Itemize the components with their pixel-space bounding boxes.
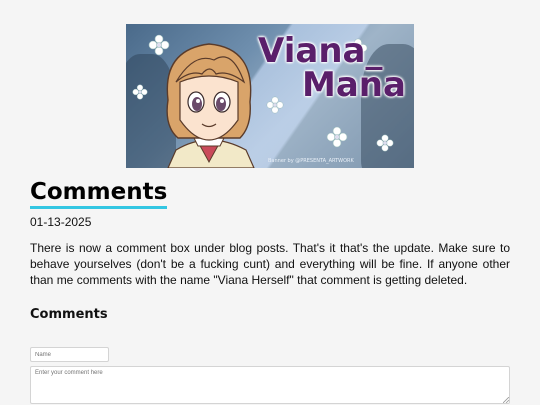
banner-title: Viana_ Mana [258, 34, 408, 102]
header-banner: Viana_ Mana Banner by @PRESENTA_ARTWORK [126, 24, 414, 168]
post-date: 01-13-2025 [30, 215, 92, 229]
flower-decoration-icon [326, 126, 348, 148]
anime-girl-avatar [166, 43, 255, 168]
banner-credit: Banner by @PRESENTA_ARTWORK [268, 158, 354, 164]
comment-textarea[interactable] [30, 366, 510, 404]
flower-decoration-icon [132, 84, 148, 100]
resize-grip-icon[interactable] [503, 397, 509, 403]
page-title: Comments [30, 178, 168, 209]
banner-title-line1: Viana_ [258, 31, 383, 71]
name-input[interactable] [30, 347, 109, 362]
comments-heading: Comments [30, 307, 108, 322]
post-body: There is now a comment box under blog po… [30, 241, 510, 287]
flower-decoration-icon [376, 134, 394, 152]
banner-title-line2: Mana [302, 65, 406, 105]
